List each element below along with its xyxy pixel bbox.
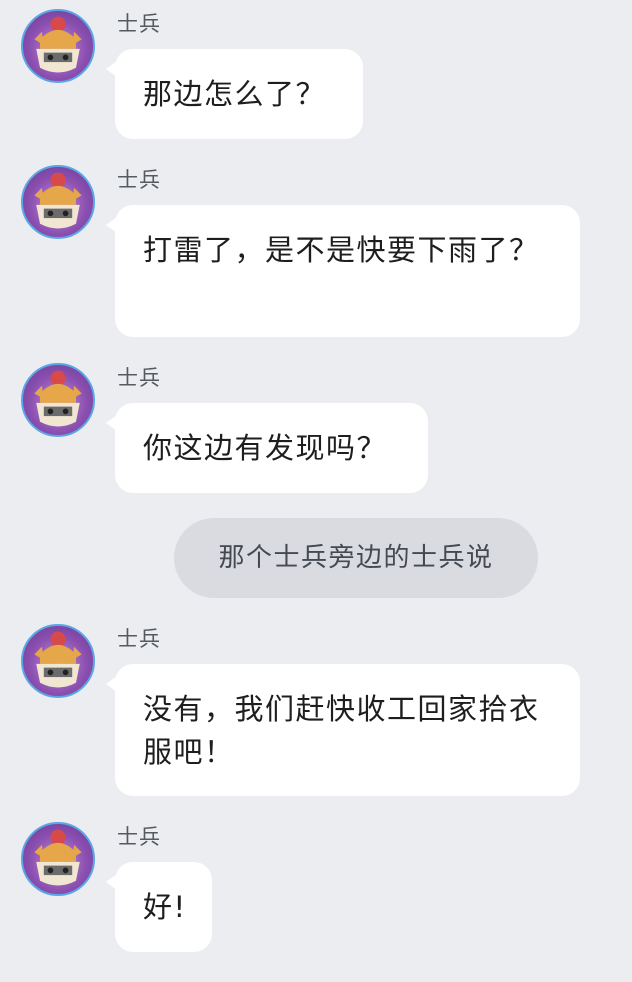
- avatar-graphic: [34, 172, 82, 229]
- sender-name: 士兵: [117, 627, 161, 651]
- system-notice: 那个士兵旁边的士兵说: [174, 518, 538, 598]
- message-bubble[interactable]: 好!: [106, 862, 212, 952]
- avatar-graphic: [34, 16, 82, 73]
- cat-soldier-avatar-icon[interactable]: [21, 624, 95, 698]
- cat-soldier-avatar-icon[interactable]: [21, 822, 95, 896]
- cat-soldier-avatar-icon[interactable]: [21, 165, 95, 239]
- sender-name: 士兵: [117, 366, 161, 390]
- message-bubble[interactable]: 那边怎么了？: [106, 49, 363, 139]
- cat-soldier-avatar-icon[interactable]: [21, 363, 95, 437]
- cat-soldier-avatar-icon[interactable]: [21, 9, 95, 83]
- sender-name: 士兵: [117, 12, 161, 36]
- avatar-graphic: [34, 370, 82, 427]
- sender-name: 士兵: [117, 825, 161, 849]
- avatar-graphic: [34, 631, 82, 688]
- avatar-graphic: [34, 829, 82, 886]
- chat-thread: 士兵 那边怎么了？ 士兵 打雷了，是不是快要下雨了？ 士兵 你这边有发现吗？ 那…: [0, 0, 632, 982]
- message-bubble[interactable]: 没有，我们赶快收工回家拾衣服吧！: [106, 664, 580, 796]
- sender-name: 士兵: [117, 168, 161, 192]
- message-bubble[interactable]: 你这边有发现吗？: [106, 403, 428, 493]
- message-bubble[interactable]: 打雷了，是不是快要下雨了？: [106, 205, 580, 337]
